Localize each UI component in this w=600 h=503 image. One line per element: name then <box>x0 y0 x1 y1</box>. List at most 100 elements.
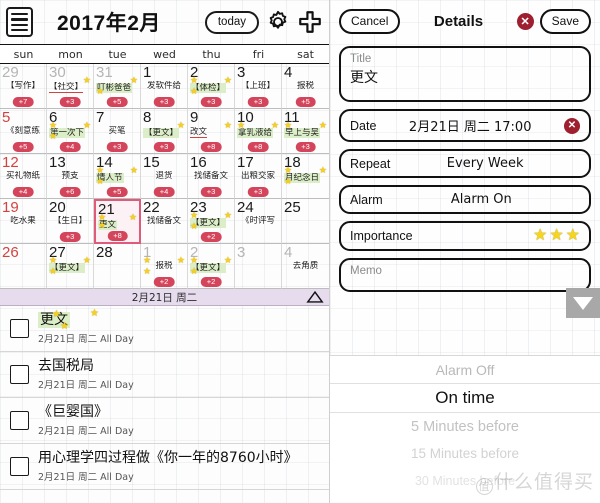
calendar-day-cell[interactable]: 26 <box>0 244 47 289</box>
importance-field[interactable]: Importance ★ ★ ★ <box>339 221 591 251</box>
calendar-day-cell[interactable]: 28 <box>94 244 141 289</box>
calendar-day-cell[interactable]: 4 去角质 <box>282 244 329 289</box>
weekday-thu: thu <box>202 47 221 61</box>
menu-icon[interactable] <box>6 7 33 37</box>
memo-field[interactable]: Memo <box>339 258 591 292</box>
calendar-day-cell[interactable]: 15 退货 +4 <box>141 154 188 199</box>
day-event-label: 【生日】 <box>52 216 87 226</box>
star-icon: ★ <box>190 266 199 276</box>
calendar-day-cell[interactable]: 8 【更文】 +3 ★ <box>141 109 188 154</box>
day-more-badge: +3 <box>153 97 175 107</box>
event-subtitle: 2月21日 周二 All Day <box>38 380 134 391</box>
day-more-badge: +3 <box>247 97 269 107</box>
calendar-day-cell[interactable]: 16 找储备文 +3 <box>188 154 235 199</box>
today-button[interactable]: today <box>204 10 259 34</box>
calendar-day-cell[interactable]: 1 报税 +2 ★ ★ ★ <box>141 244 188 289</box>
cancel-button[interactable]: Cancel <box>339 8 401 34</box>
calendar-day-cell[interactable]: 5 《刻意练 +5 <box>0 109 47 154</box>
picker-option[interactable]: Alarm Off <box>330 356 600 383</box>
alarm-field[interactable]: Alarm Alarm On <box>339 185 591 214</box>
event-checkbox[interactable] <box>10 411 29 430</box>
calendar-day-cell[interactable]: 11 早上与吴 +3 ★ ★ <box>282 109 329 154</box>
event-checkbox[interactable] <box>10 365 29 384</box>
calendar-day-cell[interactable]: 20 【生日】 +3 <box>47 199 94 244</box>
calendar-day-cell[interactable]: 7 买笔 +3 <box>94 109 141 154</box>
date-field-label: Date <box>350 118 377 133</box>
importance-star-icon[interactable]: ★ <box>533 228 547 244</box>
day-number: 29 <box>2 64 19 81</box>
picker-option[interactable]: On time <box>330 383 600 413</box>
gear-icon[interactable] <box>265 9 291 35</box>
calendar-day-cell[interactable]: 17 出粮交家 +3 <box>235 154 282 199</box>
calendar-day-cell[interactable]: 18 月纪念日 ★ ★ ★ <box>282 154 329 199</box>
list-item[interactable]: 用心理学四过程做《你一年的8760小时》 2月21日 周二 All Day <box>0 444 329 490</box>
list-item[interactable]: 《巨婴国》 2月21日 周二 All Day <box>0 398 329 444</box>
importance-stars[interactable]: ★ ★ ★ <box>533 228 580 244</box>
watermark-text: 什么值得买 <box>493 471 594 493</box>
calendar-day-cell[interactable]: 14 情人节 +5 ★ ★ ★ <box>94 154 141 199</box>
event-subtitle: 2月21日 周二 All Day <box>38 426 134 437</box>
close-icon[interactable]: ✕ <box>516 12 534 30</box>
expand-triangle-icon[interactable] <box>306 290 324 304</box>
star-icon: ★ <box>82 255 91 265</box>
plus-icon[interactable] <box>297 9 323 35</box>
calendar-day-cell[interactable]: 19 吃水果 <box>0 199 47 244</box>
calendar-day-cell[interactable]: 31 叮彬爸爸 +5 ★ ★ <box>94 64 141 109</box>
importance-star-icon[interactable]: ★ <box>549 228 563 244</box>
weekday-fri: fri <box>252 47 265 61</box>
calendar-day-cell[interactable]: 6 第一次下 +4 ★ ★ ★ <box>47 109 94 154</box>
picker-option[interactable]: 15 Minutes before <box>330 440 600 467</box>
event-checkbox[interactable] <box>10 319 29 338</box>
calendar-day-cell[interactable]: 10 拿乳液给 +8 ★ ★ <box>235 109 282 154</box>
star-icon: ★ <box>176 120 185 130</box>
calendar-day-cell[interactable]: 3 <box>235 244 282 289</box>
day-more-badge: +5 <box>295 97 316 107</box>
day-event-label: 吃水果 <box>10 216 36 226</box>
list-item[interactable]: 更文 2月21日 周二 All Day ★ ★ ★ <box>0 306 329 352</box>
title-field-value: 更文 <box>350 70 378 86</box>
day-number: 20 <box>49 199 66 216</box>
day-more-badge: +7 <box>12 97 34 107</box>
repeat-field-label: Repeat <box>350 156 391 171</box>
calendar-day-cell[interactable]: 21 更文 +8 ★ ★ ★ <box>94 199 141 244</box>
date-field[interactable]: Date 2月21日 周二 17:00 ✕ <box>339 109 591 142</box>
title-field[interactable]: Title 更文 <box>339 46 591 102</box>
star-icon: ★ <box>223 75 232 85</box>
calendar-day-cell[interactable]: 23 【更文】 +2 ★ ★ ★ <box>188 199 235 244</box>
star-icon: ★ <box>52 309 61 320</box>
star-icon: ★ <box>223 255 232 265</box>
date-clear-icon[interactable]: ✕ <box>564 117 580 134</box>
event-body: 更文 2月21日 周二 All Day ★ ★ ★ <box>38 308 321 345</box>
event-checkbox[interactable] <box>10 457 29 476</box>
day-more-badge: +3 <box>200 97 222 107</box>
calendar-day-cell[interactable]: 3 【上班】 +3 <box>235 64 282 109</box>
list-item[interactable]: 去国税局 2月21日 周二 All Day <box>0 352 329 398</box>
day-more-badge: +3 <box>153 142 175 152</box>
picker-option[interactable]: 5 Minutes before <box>330 413 600 440</box>
save-button[interactable]: Save <box>539 8 591 34</box>
calendar-day-cell[interactable]: 2 【体检】 +3 ★ ★ ★ <box>188 64 235 109</box>
calendar-day-cell[interactable]: 4 报税 +5 <box>282 64 329 109</box>
calendar-day-cell[interactable]: 2 【更文】 +2 ★ ★ ★ <box>188 244 235 289</box>
scroll-down-button[interactable] <box>566 288 600 318</box>
day-number: 4 <box>284 64 293 81</box>
day-number: 24 <box>237 199 254 216</box>
calendar-day-cell[interactable]: 25 <box>282 199 329 244</box>
calendar-day-cell[interactable]: 29 【写作】 +7 <box>0 64 47 109</box>
importance-star-icon[interactable]: ★ <box>566 228 580 244</box>
calendar-day-cell[interactable]: 30 【社交】 +3 ★ <box>47 64 94 109</box>
calendar-day-cell[interactable]: 24 《时评写 <box>235 199 282 244</box>
calendar-day-cell[interactable]: 1 发软件给 +3 <box>141 64 188 109</box>
repeat-field[interactable]: Repeat Every Week <box>339 149 591 178</box>
calendar-day-cell[interactable]: 27 【更文】 ★ ★ ★ <box>47 244 94 289</box>
star-icon: ★ <box>284 120 293 130</box>
calendar-day-cell[interactable]: 13 预支 +6 <box>47 154 94 199</box>
day-number: 22 <box>143 199 160 216</box>
star-icon: ★ <box>318 165 327 175</box>
calendar-day-cell[interactable]: 9 改文 +8 ★ <box>188 109 235 154</box>
event-body: 去国税局 2月21日 周二 All Day <box>38 358 321 391</box>
calendar-day-cell[interactable]: 12 买礼物纸 +4 <box>0 154 47 199</box>
weekday-header: sun mon tue wed thu fri sat <box>0 44 329 64</box>
day-number: 17 <box>237 154 254 171</box>
calendar-day-cell[interactable]: 22 找储备文 <box>141 199 188 244</box>
